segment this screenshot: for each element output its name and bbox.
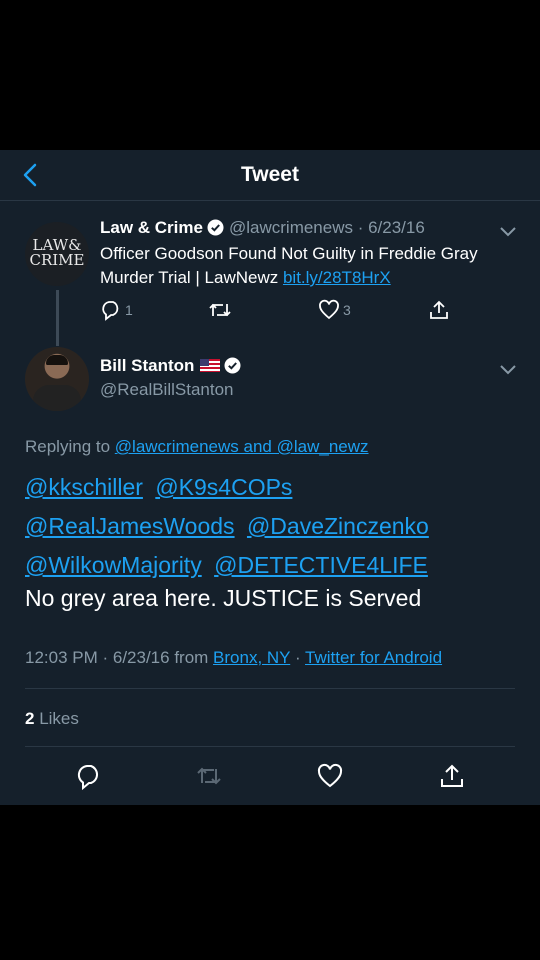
like-count: 3 <box>343 302 351 318</box>
author-name-row: Bill Stanton <box>100 356 246 376</box>
tweet-metadata: 12:03 PM · 6/23/16 from Bronx, NY · Twit… <box>25 648 442 668</box>
reply-count: 1 <box>125 302 133 318</box>
heart-icon[interactable] <box>316 762 344 790</box>
tweet-screen: Tweet LAW& CRIME Law & Crime @lawcrimenews… <box>0 150 540 805</box>
mention-link[interactable]: @kkschiller <box>25 474 143 500</box>
replying-to: Replying to @lawcrimenews and @law_newz <box>25 437 369 457</box>
share-icon <box>430 300 448 319</box>
reply-icon <box>102 301 119 321</box>
retweet-icon <box>209 303 231 317</box>
verified-badge-icon <box>207 219 224 236</box>
chevron-down-icon[interactable] <box>498 224 518 238</box>
replying-prefix: Replying to <box>25 437 115 456</box>
retweet-button[interactable] <box>208 298 232 322</box>
parent-handle-date[interactable]: @lawcrimenews · 6/23/16 <box>229 218 425 237</box>
retweet-icon[interactable] <box>195 762 223 790</box>
law-crime-avatar[interactable]: LAW& CRIME <box>25 222 89 286</box>
avatar-shirt <box>33 385 81 411</box>
share-icon[interactable] <box>438 762 466 790</box>
mention-link[interactable]: @RealJamesWoods <box>25 513 235 539</box>
heart-icon <box>319 299 339 320</box>
parent-tweet-header: Law & Crime @lawcrimenews · 6/23/16 <box>100 218 425 238</box>
mention-link[interactable]: @K9s4COPs <box>155 474 292 500</box>
author-name[interactable]: Bill Stanton <box>100 356 194 375</box>
source-link[interactable]: Twitter for Android <box>305 648 442 667</box>
page-title: Tweet <box>241 163 299 186</box>
mention-link[interactable]: @DETECTIVE4LIFE <box>214 552 428 578</box>
mention-link[interactable]: @WilkowMajority <box>25 552 202 578</box>
verified-badge-icon <box>224 357 241 374</box>
tweet-action-bar <box>0 750 540 800</box>
replying-to-link[interactable]: @lawcrimenews and @law_newz <box>115 437 369 456</box>
parent-tweet-actions: 1 3 <box>100 298 460 322</box>
bill-stanton-avatar[interactable] <box>25 347 89 411</box>
likes-label: Likes <box>34 709 79 728</box>
law-crime-logo: LAW& CRIME <box>29 236 85 269</box>
reply-icon[interactable] <box>75 762 103 790</box>
reply-button[interactable]: 1 <box>100 298 133 322</box>
share-button[interactable] <box>428 298 450 322</box>
likes-count-row[interactable]: 2 Likes <box>25 709 79 729</box>
tweet-text: No grey area here. JUSTICE is Served <box>25 585 422 611</box>
tweet-time-date: 12:03 PM · 6/23/16 from <box>25 648 214 667</box>
divider <box>25 746 515 747</box>
top-bar: Tweet <box>0 150 540 201</box>
mentions-block: @kkschiller @K9s4COPs @RealJamesWoods @D… <box>25 468 525 585</box>
meta-separator: · <box>290 648 306 667</box>
parent-author-name[interactable]: Law & Crime <box>100 218 203 237</box>
mention-link[interactable]: @DaveZinczenko <box>247 513 429 539</box>
parent-tweet-link[interactable]: bit.ly/28T8HrX <box>283 268 391 287</box>
thread-line <box>56 290 59 346</box>
chevron-down-icon[interactable] <box>498 362 518 376</box>
divider <box>25 688 515 689</box>
us-flag-icon <box>200 359 221 372</box>
like-button[interactable]: 3 <box>318 298 351 322</box>
parent-tweet-text: Officer Goodson Found Not Guilty in Fred… <box>100 242 500 290</box>
location-link[interactable]: Bronx, NY <box>213 648 290 667</box>
avatar-hair <box>46 355 68 365</box>
author-handle[interactable]: @RealBillStanton <box>100 380 234 400</box>
